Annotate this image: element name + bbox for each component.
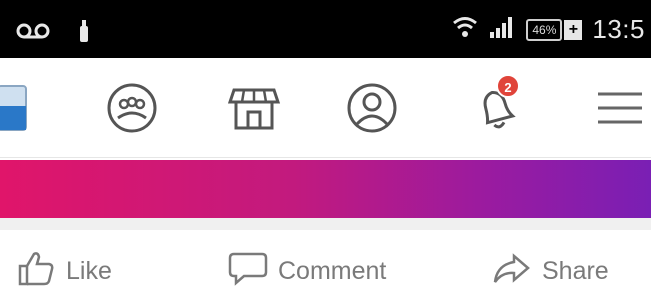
voicemail-icon <box>16 21 50 46</box>
comment-button[interactable]: Comment <box>228 250 386 293</box>
battery-charging-plus: + <box>564 19 583 40</box>
app-thumbnail-icon[interactable] <box>0 80 48 136</box>
comment-label: Comment <box>278 257 387 285</box>
friends-icon[interactable] <box>104 80 160 136</box>
profile-icon[interactable] <box>344 80 400 136</box>
thumbs-up-icon <box>16 250 56 293</box>
wifi-icon <box>452 14 478 45</box>
like-label: Like <box>66 257 112 285</box>
notification-badge: 2 <box>496 74 520 98</box>
status-right-icons: 46% + 13:5 <box>452 14 645 45</box>
usb-icon <box>76 18 92 49</box>
gradient-banner <box>0 160 651 218</box>
divider <box>0 218 651 230</box>
status-bar: 46% + 13:5 <box>0 0 651 58</box>
notifications-bell-icon[interactable]: 2 <box>468 74 524 136</box>
share-label: Share <box>542 257 609 285</box>
like-button[interactable]: Like <box>16 250 112 293</box>
menu-icon[interactable] <box>592 80 648 136</box>
battery-icon: 46% <box>526 18 563 41</box>
post-actions: Like Comment Share <box>0 230 651 300</box>
comment-bubble-icon <box>228 250 268 293</box>
status-left-icons <box>16 18 92 49</box>
nav-bar: 2 <box>0 58 651 158</box>
status-time: 13:5 <box>592 14 645 44</box>
share-arrow-icon <box>492 250 532 293</box>
marketplace-icon[interactable] <box>226 80 282 136</box>
signal-icon <box>488 14 516 45</box>
share-button[interactable]: Share <box>492 250 609 293</box>
